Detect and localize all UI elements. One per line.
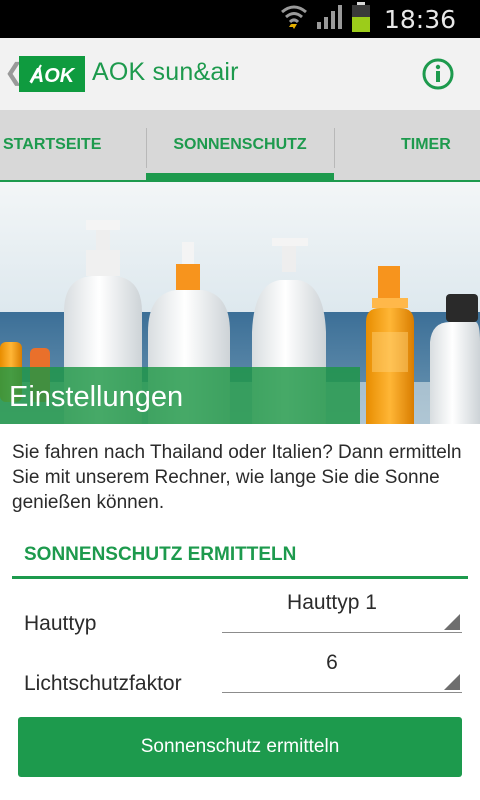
action-bar: ❮ AOK AOK sun&air bbox=[0, 38, 480, 110]
tab-label: SONNENSCHUTZ bbox=[173, 136, 307, 153]
hero-caption-text: Einstellungen bbox=[9, 381, 184, 413]
battery-icon bbox=[351, 1, 370, 37]
status-icons: 18:36 bbox=[280, 0, 456, 38]
tab-sonnenschutz[interactable]: SONNENSCHUTZ bbox=[146, 110, 334, 180]
signal-icon bbox=[316, 4, 344, 35]
hauttyp-value: Hauttyp 1 bbox=[287, 591, 377, 614]
lichtschutzfaktor-spinner[interactable]: 6 bbox=[222, 651, 462, 693]
tab-bar: STARTSEITE SONNENSCHUTZ TIMER bbox=[0, 110, 480, 182]
section-title: SONNENSCHUTZ ERMITTELN bbox=[24, 544, 297, 565]
lichtschutzfaktor-label: Lichtschutzfaktor bbox=[24, 672, 182, 695]
wifi-icon bbox=[280, 3, 308, 36]
tab-label: STARTSEITE bbox=[3, 136, 102, 153]
dropdown-arrow-icon bbox=[444, 674, 460, 690]
tab-divider bbox=[334, 128, 335, 168]
hauttyp-label: Hauttyp bbox=[24, 612, 97, 635]
status-bar: 18:36 bbox=[0, 0, 480, 38]
hero-caption: Einstellungen bbox=[0, 367, 360, 424]
lichtschutzfaktor-value: 6 bbox=[326, 651, 338, 674]
tab-label: TIMER bbox=[401, 136, 451, 153]
intro-text: Sie fahren nach Thailand oder Italien? D… bbox=[12, 442, 462, 513]
sonnenschutz-ermitteln-button[interactable]: Sonnenschutz ermitteln bbox=[18, 717, 462, 777]
info-icon[interactable] bbox=[422, 58, 454, 90]
section-divider bbox=[12, 576, 468, 579]
status-time: 18:36 bbox=[383, 4, 456, 34]
hauttyp-spinner[interactable]: Hauttyp 1 bbox=[222, 591, 462, 633]
dropdown-arrow-icon bbox=[444, 614, 460, 630]
aok-logo[interactable]: AOK bbox=[19, 56, 85, 92]
hero-image: Einstellungen bbox=[0, 182, 480, 424]
tab-selected-indicator bbox=[146, 173, 334, 180]
tab-timer[interactable]: TIMER bbox=[380, 110, 480, 180]
tab-startseite[interactable]: STARTSEITE bbox=[0, 110, 102, 180]
app-title: AOK sun&air bbox=[92, 58, 239, 86]
